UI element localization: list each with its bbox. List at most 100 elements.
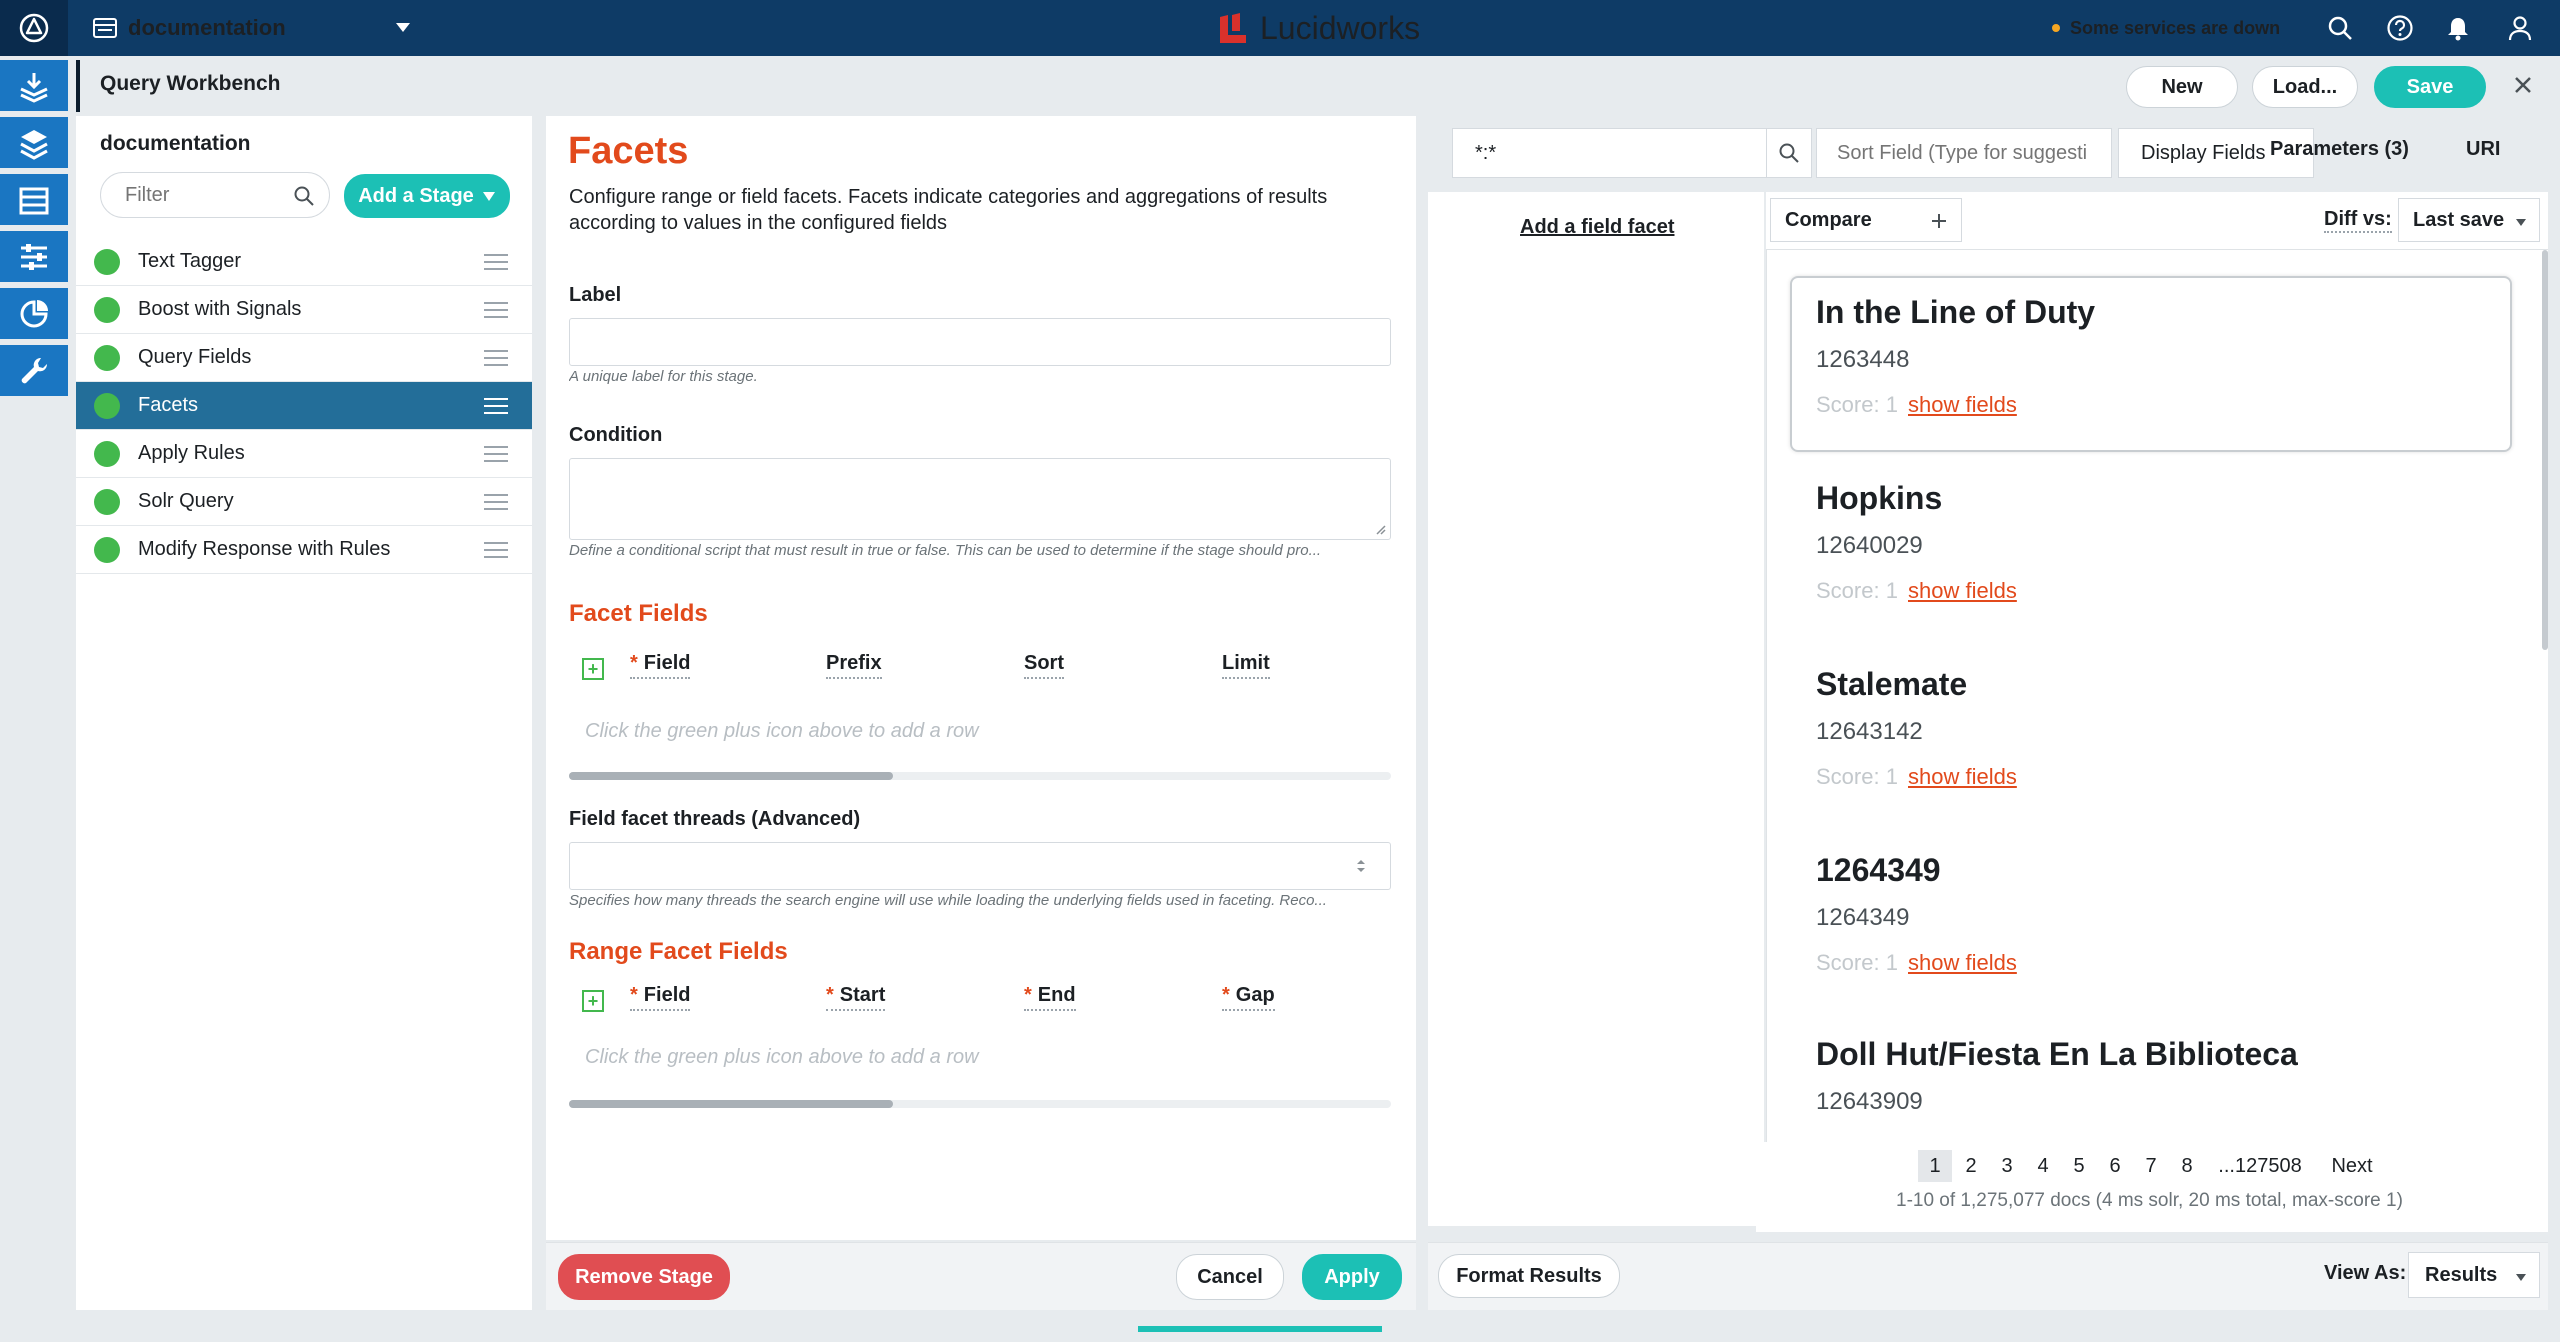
page-4[interactable]: 4 [2030, 1150, 2056, 1182]
stage-label: Text Tagger [138, 250, 242, 272]
cancel-button[interactable]: Cancel [1176, 1254, 1284, 1300]
page-6[interactable]: 6 [2102, 1150, 2128, 1182]
remove-stage-button[interactable]: Remove Stage [558, 1254, 730, 1300]
label-input[interactable] [569, 318, 1391, 366]
number-spinner-icon[interactable] [1356, 859, 1366, 873]
rail-analytics-icon[interactable] [0, 288, 68, 342]
page-7[interactable]: 7 [2138, 1150, 2164, 1182]
load-button[interactable]: Load... [2252, 66, 2358, 108]
stage-item-solr-query[interactable]: Solr Query [76, 478, 532, 526]
facet-fields-scroll-thumb[interactable] [569, 772, 893, 780]
show-fields-link[interactable]: show fields [1908, 392, 2017, 418]
required-marker: * [630, 652, 638, 674]
rail-system-wrench-icon[interactable] [0, 345, 68, 399]
new-button[interactable]: New [2126, 66, 2238, 108]
condition-hint: Define a conditional script that must re… [569, 542, 1322, 559]
stage-item-apply-rules[interactable]: Apply Rules [76, 430, 532, 478]
stage-item-text-tagger[interactable]: Text Tagger [76, 238, 532, 286]
show-fields-link[interactable]: show fields [1908, 950, 2017, 976]
page-2[interactable]: 2 [1958, 1150, 1984, 1182]
stage-filter-input[interactable] [123, 183, 283, 208]
threads-input[interactable] [569, 842, 1391, 890]
score-value: 1 [1885, 392, 1898, 417]
rail-relevance-icon[interactable] [0, 231, 68, 285]
drag-handle-icon[interactable] [484, 350, 508, 366]
page-last[interactable]: ...127508 [2212, 1150, 2308, 1182]
page-1[interactable]: 1 [1918, 1150, 1952, 1182]
drag-handle-icon[interactable] [484, 254, 508, 270]
result-title[interactable]: In the Line of Duty [1816, 294, 2095, 331]
range-col-field-label: Field [643, 984, 691, 1006]
view-as-select[interactable]: Results [2408, 1252, 2540, 1298]
condition-textarea[interactable] [569, 458, 1391, 540]
rail-query-icon[interactable] [0, 117, 68, 171]
view-as-label: View As: [2324, 1262, 2407, 1284]
search-icon[interactable] [2324, 12, 2356, 44]
stage-item-boost-with-signals[interactable]: Boost with Signals [76, 286, 532, 334]
range-fields-scroll-thumb[interactable] [569, 1100, 893, 1108]
result-id: 1263448 [1816, 346, 1910, 373]
show-fields-link[interactable]: show fields [1908, 764, 2017, 790]
result-title[interactable]: 1264349 [1816, 852, 1941, 889]
stage-label: Query Fields [138, 346, 252, 368]
query-field[interactable] [1452, 128, 1768, 178]
view-as-value: Results [2425, 1263, 2498, 1286]
show-fields-link[interactable]: show fields [1908, 578, 2017, 604]
format-results-button[interactable]: Format Results [1438, 1254, 1620, 1298]
user-icon[interactable] [2504, 12, 2536, 44]
fusion-logo[interactable] [0, 0, 68, 56]
query-search-button[interactable] [1766, 128, 1812, 178]
drag-handle-icon[interactable] [484, 446, 508, 462]
compare-button[interactable]: Compare [1770, 198, 1962, 242]
rail-index-icon[interactable] [0, 60, 68, 114]
stage-filter[interactable] [100, 172, 330, 218]
result-title[interactable]: Stalemate [1816, 666, 1967, 703]
stage-label: Solr Query [138, 490, 234, 512]
resize-handle-icon[interactable] [1374, 523, 1386, 535]
panel-resize-handle[interactable] [1138, 1326, 1382, 1332]
page-title: Query Workbench [100, 72, 281, 95]
stage-item-query-fields[interactable]: Query Fields [76, 334, 532, 382]
app-switcher[interactable]: documentation [92, 10, 286, 46]
add-field-facet-link[interactable]: Add a field facet [1520, 216, 1674, 239]
fusion-logo-icon [19, 13, 49, 43]
query-input[interactable] [1473, 141, 1733, 166]
drag-handle-icon[interactable] [484, 542, 508, 558]
page-8[interactable]: 8 [2174, 1150, 2200, 1182]
rail-collections-icon[interactable] [0, 174, 68, 228]
stage-item-facets[interactable]: Facets [76, 382, 532, 430]
page-5[interactable]: 5 [2066, 1150, 2092, 1182]
result-title[interactable]: Hopkins [1816, 480, 1942, 517]
notifications-bell-icon[interactable] [2442, 12, 2474, 44]
drag-handle-icon[interactable] [484, 302, 508, 318]
result-title[interactable]: Doll Hut/Fiesta En La Biblioteca [1816, 1036, 2298, 1073]
search-icon [1779, 143, 1799, 163]
diff-vs-value: Last save [2413, 208, 2505, 231]
sort-field-input[interactable] [1835, 141, 2101, 166]
add-stage-button[interactable]: Add a Stage [344, 174, 510, 218]
diff-vs-select[interactable]: Last save [2398, 198, 2540, 242]
range-col-gap-label: Gap [1235, 984, 1275, 1006]
filter-search-icon[interactable] [293, 185, 315, 207]
apply-button[interactable]: Apply [1302, 1254, 1402, 1300]
facets-pane [1428, 192, 1764, 1226]
next-page-button[interactable]: Next [2324, 1150, 2380, 1182]
close-icon[interactable] [2512, 74, 2534, 96]
result-id: 1264349 [1816, 904, 1910, 931]
parameters-tab[interactable]: Parameters (3) [2270, 138, 2409, 161]
add-range-facet-row-icon[interactable]: + [582, 990, 604, 1012]
results-scrollbar[interactable] [2542, 250, 2548, 650]
help-icon[interactable] [2384, 12, 2416, 44]
sort-field[interactable] [1816, 128, 2112, 178]
uri-tab[interactable]: URI [2466, 138, 2500, 161]
stage-item-modify-response-with-rules[interactable]: Modify Response with Rules [76, 526, 532, 574]
add-facet-field-row-icon[interactable]: + [582, 658, 604, 680]
stage-label: Boost with Signals [138, 298, 302, 320]
score-label: Score: [1816, 950, 1880, 975]
app-switcher-chevron-icon[interactable] [394, 20, 412, 34]
drag-handle-icon[interactable] [484, 398, 508, 414]
drag-handle-icon[interactable] [484, 494, 508, 510]
save-button[interactable]: Save [2374, 66, 2486, 108]
service-status[interactable]: Some services are down [2052, 14, 2280, 42]
page-3[interactable]: 3 [1994, 1150, 2020, 1182]
